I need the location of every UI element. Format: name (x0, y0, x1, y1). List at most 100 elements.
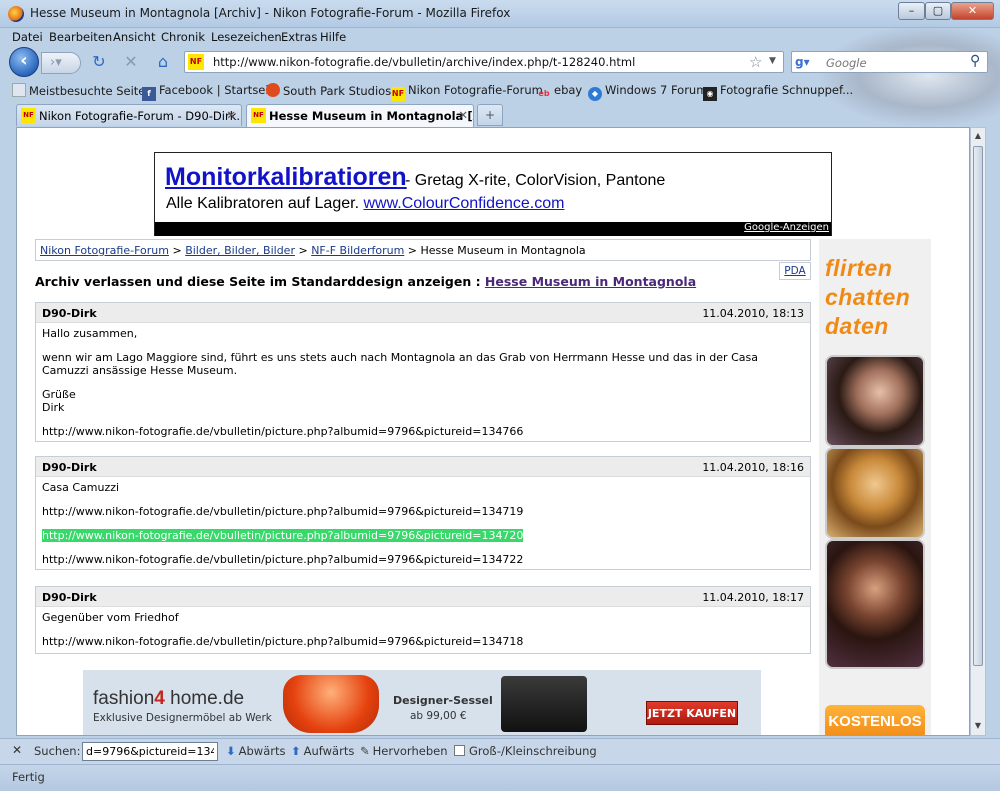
highlighter-icon: ✎ (360, 744, 370, 758)
facebook-icon: f (142, 87, 156, 101)
bookmark-ebay[interactable]: eb ebay (537, 83, 582, 101)
breadcrumb-link[interactable]: Bilder, Bilder, Bilder (185, 244, 295, 257)
menu-hilfe[interactable]: Hilfe (320, 30, 346, 44)
post-date: 11.04.2010, 18:16 (702, 461, 804, 474)
minimize-button[interactable]: – (898, 2, 925, 20)
search-placeholder: Google (826, 56, 867, 70)
find-label: Suchen: (34, 744, 81, 758)
new-tab-button[interactable]: + (477, 104, 503, 126)
scroll-thumb[interactable] (973, 146, 983, 666)
bookmark-meistbesuchte[interactable]: Meistbesuchte Seiten (12, 83, 153, 98)
ad-word-flirten: flirten (825, 255, 893, 281)
post-header: D90-Dirk 11.04.2010, 18:17 (36, 587, 810, 607)
highlight-all-button[interactable]: ✎ Hervorheben (360, 744, 448, 758)
scroll-down-icon[interactable]: ▼ (972, 719, 984, 733)
ad-free-button[interactable]: KOSTENLOS (825, 705, 925, 735)
ad-brand: fashion4 home.de (93, 688, 245, 709)
ad-tagline: - Gretag X-rite, ColorVision, Pantone (405, 172, 666, 189)
tab-close-icon[interactable]: ✕ (458, 108, 468, 122)
buy-now-button[interactable]: JETZT KAUFEN (646, 701, 738, 725)
ad-product: Designer-Sessel (393, 694, 493, 707)
post-date: 11.04.2010, 18:17 (702, 591, 804, 604)
google-engine-icon[interactable]: g▾ (795, 55, 811, 71)
ad-subtitle: Exklusive Designermöbel ab Werk (93, 712, 272, 724)
ad-footer: Google-Anzeigen (155, 222, 831, 236)
find-next-button[interactable]: ⬇ Abwärts (226, 744, 286, 758)
menu-extras[interactable]: Extras (281, 30, 317, 44)
maximize-button[interactable]: ▢ (925, 2, 951, 20)
ad-word-daten: daten (825, 313, 889, 339)
southpark-icon (266, 83, 280, 97)
back-button[interactable]: ‹ (9, 47, 39, 77)
post-header: D90-Dirk 11.04.2010, 18:13 (36, 303, 810, 323)
menu-chronik[interactable]: Chronik (161, 30, 205, 44)
find-input[interactable] (82, 742, 218, 761)
bookmark-star-icon[interactable]: ☆ (749, 53, 762, 71)
ad-link[interactable]: www.ColourConfidence.com (363, 195, 564, 212)
match-case-checkbox[interactable]: Groß-/Kleinschreibung (454, 744, 597, 758)
pda-link[interactable]: PDA (779, 262, 811, 280)
breadcrumb-link[interactable]: NF-F Bilderforum (311, 244, 404, 257)
forward-button[interactable]: ›▾ (41, 52, 81, 74)
bookmark-nikon-forum[interactable]: NF Nikon Fotografie-Forum (391, 83, 543, 101)
page-icon (12, 83, 26, 97)
url-text[interactable]: http://www.nikon-fotografie.de/vbulletin… (213, 55, 635, 69)
post: D90-Dirk 11.04.2010, 18:17 Gegenüber vom… (35, 586, 811, 654)
furniture-ad-banner[interactable]: fashion4 home.de Exklusive Designermöbel… (83, 670, 761, 735)
address-bar[interactable]: NF http://www.nikon-fotografie.de/vbulle… (184, 51, 784, 73)
archive-notice: Archiv verlassen und diese Seite im Stan… (35, 274, 697, 289)
find-bar: ✕ Suchen: ⬇Abwärts ⬆Aufwärts ✎Hervorhebe… (0, 738, 1000, 764)
menu-bearbeiten[interactable]: Bearbeiten (49, 30, 112, 44)
post-url[interactable]: http://www.nikon-fotografie.de/vbulletin… (42, 635, 804, 648)
breadcrumb-current: Hesse Museum in Montagnola (420, 244, 586, 257)
archive-thread-link[interactable]: Hesse Museum in Montagnola (485, 274, 696, 289)
tab-label: Hesse Museum in Montagnola [Ar... (269, 109, 473, 123)
ad-photo-3 (825, 539, 925, 669)
post-url[interactable]: http://www.nikon-fotografie.de/vbulletin… (42, 425, 804, 438)
menu-lesezeichen[interactable]: Lesezeichen (211, 30, 282, 44)
tab-close-icon[interactable]: ✕ (226, 108, 236, 122)
home-icon[interactable]: ⌂ (152, 52, 174, 72)
bookmark-windows7[interactable]: ◆ Windows 7 Forum (588, 83, 707, 101)
post-url[interactable]: http://www.nikon-fotografie.de/vbulletin… (42, 553, 804, 566)
url-dropdown-icon[interactable]: ▼ (769, 56, 776, 66)
google-ads-link[interactable]: Google-Anzeigen (744, 222, 829, 233)
arrow-up-icon: ⬆ (291, 744, 301, 758)
scroll-up-icon[interactable]: ▲ (972, 129, 984, 143)
search-bar[interactable]: g▾ Google ⚲ (791, 51, 988, 73)
close-find-icon[interactable]: ✕ (12, 743, 22, 757)
find-previous-button[interactable]: ⬆ Aufwärts (291, 744, 354, 758)
ad-photo-1 (825, 355, 925, 447)
google-ad-banner[interactable]: Monitorkalibratioren - Gretag X-rite, Co… (154, 152, 832, 236)
status-text: Fertig (12, 770, 45, 784)
bookmark-facebook[interactable]: f Facebook | Startseite (142, 83, 280, 101)
post-author: D90-Dirk (42, 307, 97, 320)
find-highlighted-url[interactable]: http://www.nikon-fotografie.de/vbulletin… (42, 529, 524, 542)
dating-side-ad[interactable]: flirten chatten daten KOSTENLOS (819, 239, 931, 735)
menu-ansicht[interactable]: Ansicht (113, 30, 155, 44)
close-button[interactable]: ✕ (951, 2, 994, 20)
arrow-down-icon: ⬇ (226, 744, 236, 758)
post-header: D90-Dirk 11.04.2010, 18:16 (36, 457, 810, 477)
window-title: Hesse Museum in Montagnola [Archiv] - Ni… (30, 6, 511, 20)
vertical-scrollbar[interactable]: ▲ ▼ (970, 127, 986, 736)
stop-icon[interactable]: ✕ (120, 52, 142, 72)
bookmark-southpark[interactable]: South Park Studios - (266, 83, 399, 98)
tab-hesse-museum[interactable]: NF Hesse Museum in Montagnola [Ar... ✕ (246, 104, 474, 128)
reload-icon[interactable]: ↻ (88, 52, 110, 72)
checkbox-icon (454, 745, 465, 756)
menu-datei[interactable]: Datei (12, 30, 43, 44)
status-bar: Fertig (0, 764, 1000, 791)
post: D90-Dirk 11.04.2010, 18:16 Casa Camuzzi … (35, 456, 811, 570)
breadcrumb-link[interactable]: Nikon Fotografie-Forum (40, 244, 169, 257)
bookmark-fotografie[interactable]: ◉ Fotografie Schnuppef... (703, 83, 853, 101)
tab-nikon-forum[interactable]: NF Nikon Fotografie-Forum - D90-Dirk... … (16, 104, 242, 126)
ad-word-chatten: chatten (825, 284, 911, 310)
search-icon[interactable]: ⚲ (970, 53, 980, 69)
breadcrumb: Nikon Fotografie-Forum > Bilder, Bilder,… (35, 239, 811, 261)
ad-headline[interactable]: Monitorkalibratioren (165, 163, 407, 192)
nf-icon: NF (391, 87, 405, 101)
post-url[interactable]: http://www.nikon-fotografie.de/vbulletin… (42, 505, 804, 518)
post-body: Hallo zusammen, wenn wir am Lago Maggior… (36, 323, 810, 442)
ebay-icon: eb (538, 89, 550, 98)
